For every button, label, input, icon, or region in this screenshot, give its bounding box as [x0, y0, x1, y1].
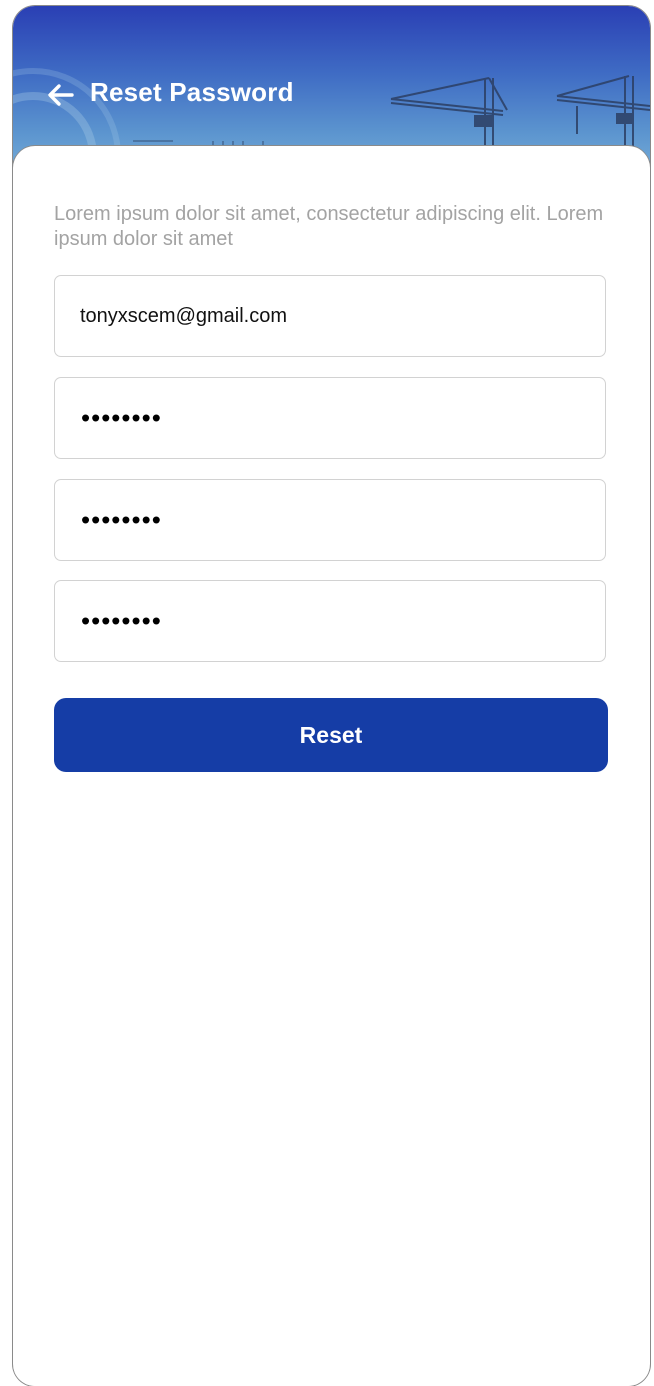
form-description: Lorem ipsum dolor sit amet, consectetur … [54, 203, 604, 250]
reset-password-form: Lorem ipsum dolor sit amet, consectetur … [13, 146, 650, 1386]
new-password-field[interactable]: •••••••• [54, 479, 606, 561]
confirm-password-mask: •••••••• [81, 605, 162, 636]
new-password-mask: •••••••• [81, 504, 162, 535]
confirm-password-field[interactable]: •••••••• [54, 580, 606, 662]
password-mask: •••••••• [81, 402, 162, 433]
arrow-left-icon [48, 84, 74, 106]
reset-button[interactable]: Reset [54, 698, 608, 772]
page-title: Reset Password [90, 77, 294, 107]
email-input[interactable] [55, 276, 605, 356]
phone-screen: Reset Password Lorem ipsum dolor sit ame… [13, 6, 650, 1386]
back-button[interactable] [43, 78, 77, 112]
password-field[interactable]: •••••••• [54, 377, 606, 459]
email-field[interactable] [54, 275, 606, 357]
